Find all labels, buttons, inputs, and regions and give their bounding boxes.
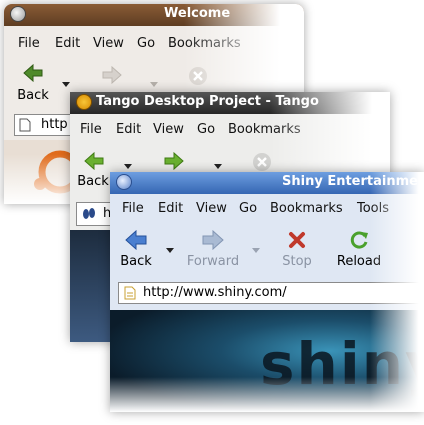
menubar-tango: File Edit View Go Bookmarks xyxy=(70,122,390,142)
back-button[interactable]: Back xyxy=(76,150,110,192)
menu-edit[interactable]: Edit xyxy=(116,122,141,137)
titlebar-tango[interactable]: Tango Desktop Project - Tango xyxy=(70,92,390,114)
menu-tools[interactable]: Tools xyxy=(357,201,389,216)
stop-button[interactable]: Stop xyxy=(278,228,316,272)
titlebar-ubuntu[interactable]: Welcome xyxy=(4,4,304,26)
url-bar-shiny[interactable]: http://www.shiny.com/ xyxy=(118,282,420,304)
forward-arrow-icon[interactable] xyxy=(102,66,122,84)
forward-dropdown-icon[interactable] xyxy=(214,164,222,169)
back-label: Back xyxy=(77,174,109,189)
back-button[interactable]: Back xyxy=(116,228,156,272)
back-arrow-icon xyxy=(125,230,147,250)
window-title: Tango Desktop Project - Tango xyxy=(96,94,319,109)
url-text: http://www.shiny.com/ xyxy=(143,285,287,300)
reload-label: Reload xyxy=(336,254,382,269)
titlebar-shiny[interactable]: Shiny Entertainment xyxy=(110,172,424,194)
toolbar-shiny: Back Forward Stop Reload xyxy=(110,228,424,274)
back-arrow-icon xyxy=(84,152,104,170)
menu-go[interactable]: Go xyxy=(239,201,257,216)
menu-edit[interactable]: Edit xyxy=(158,201,183,216)
back-dropdown-icon[interactable] xyxy=(166,248,174,253)
stop-icon xyxy=(289,232,305,248)
stop-label: Stop xyxy=(282,254,312,269)
menu-go[interactable]: Go xyxy=(197,122,215,137)
menu-bookmarks[interactable]: Bookmarks xyxy=(270,201,343,216)
page-icon xyxy=(19,118,31,132)
menu-go[interactable]: Go xyxy=(137,36,155,51)
forward-button[interactable]: Forward xyxy=(182,228,244,272)
menu-file[interactable]: File xyxy=(80,122,102,137)
back-arrow-icon xyxy=(23,64,43,82)
firefox-icon xyxy=(116,174,132,190)
back-dropdown-icon[interactable] xyxy=(62,82,70,87)
menu-edit[interactable]: Edit xyxy=(55,36,80,51)
back-dropdown-icon[interactable] xyxy=(124,164,132,169)
page-icon xyxy=(124,286,136,300)
window-title: Welcome xyxy=(164,6,231,21)
forward-dropdown-icon[interactable] xyxy=(252,248,260,253)
window-title: Shiny Entertainment xyxy=(282,174,424,189)
menu-file[interactable]: File xyxy=(122,201,144,216)
stop-icon[interactable] xyxy=(188,66,208,86)
menubar-shiny: File Edit View Go Bookmarks Tools xyxy=(110,201,424,221)
menu-view[interactable]: View xyxy=(153,122,184,137)
page-content-shiny: shiny xyxy=(110,310,424,412)
forward-label: Forward xyxy=(186,254,240,269)
reload-button[interactable]: Reload xyxy=(332,228,386,272)
forward-arrow-icon[interactable] xyxy=(164,152,184,170)
forward-arrow-icon xyxy=(202,230,224,250)
back-button[interactable]: Back xyxy=(16,62,50,104)
stop-icon[interactable] xyxy=(252,152,272,172)
menu-bookmarks[interactable]: Bookmarks xyxy=(168,36,241,51)
menu-file[interactable]: File xyxy=(18,36,40,51)
menubar-ubuntu: File Edit View Go Bookmarks xyxy=(4,36,304,56)
menu-view[interactable]: View xyxy=(196,201,227,216)
back-label: Back xyxy=(120,254,152,269)
firefox-icon xyxy=(10,6,26,22)
back-label: Back xyxy=(17,88,49,103)
reload-icon xyxy=(350,231,368,249)
url-text: http xyxy=(41,117,68,132)
footprint-icon xyxy=(83,208,95,219)
menu-bookmarks[interactable]: Bookmarks xyxy=(228,122,301,137)
shiny-logo-text: shiny xyxy=(260,330,424,398)
menu-view[interactable]: View xyxy=(93,36,124,51)
tango-icon xyxy=(76,94,92,110)
browser-window-shiny: Shiny Entertainment File Edit View Go Bo… xyxy=(110,172,424,412)
forward-dropdown-icon[interactable] xyxy=(150,82,158,87)
